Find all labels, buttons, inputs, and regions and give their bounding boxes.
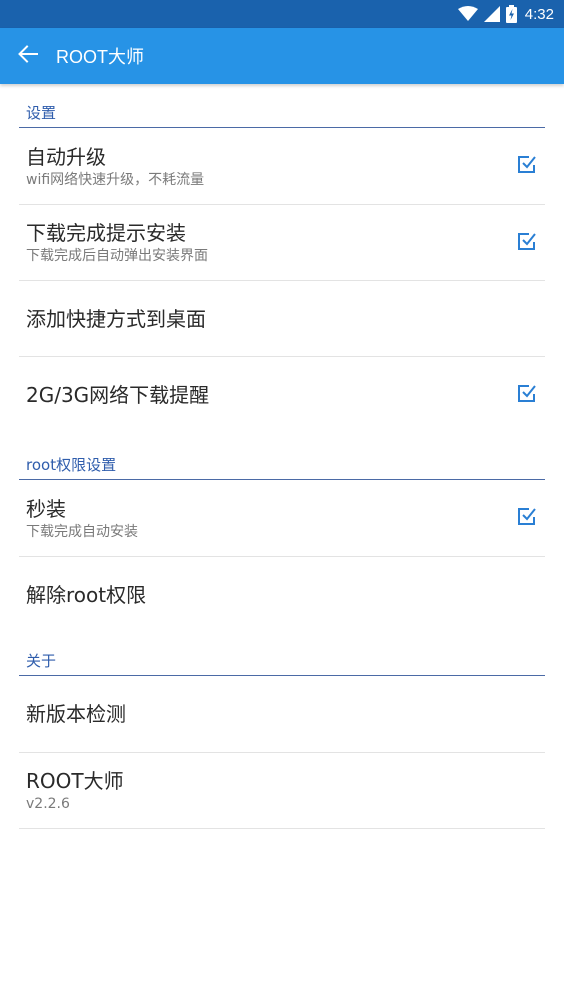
checkbox-checked-icon [517, 231, 537, 255]
arrow-left-icon [18, 45, 38, 67]
instant-install-checkbox[interactable] [515, 506, 539, 530]
setting-title: 解除root权限 [26, 583, 147, 607]
setting-title: 新版本检测 [26, 702, 126, 726]
setting-title: 2G/3G网络下载提醒 [26, 383, 210, 407]
setting-title: ROOT大师 [26, 769, 124, 793]
setting-app-version[interactable]: ROOT大师 v2.2.6 [19, 753, 545, 829]
checkbox-checked-icon [517, 506, 537, 530]
setting-check-update[interactable]: 新版本检测 [19, 676, 545, 753]
status-bar: 4:32 [0, 0, 564, 28]
setting-title: 秒装 [26, 496, 66, 521]
install-prompt-checkbox[interactable] [515, 231, 539, 255]
checkbox-checked-icon [517, 383, 537, 407]
setting-title: 添加快捷方式到桌面 [26, 306, 206, 331]
app-bar: ROOT大师 [0, 28, 564, 84]
status-time: 4:32 [524, 5, 554, 23]
setting-subtitle: 下载完成自动安装 [26, 523, 138, 540]
mobile-download-alert-checkbox[interactable] [515, 383, 539, 407]
checkbox-checked-icon [517, 154, 537, 178]
section-header-about: 关于 [19, 649, 545, 676]
wifi-icon [457, 6, 478, 22]
setting-instant-install[interactable]: 秒装 下载完成自动安装 [19, 480, 545, 557]
setting-title: 自动升级 [26, 144, 106, 169]
setting-add-shortcut[interactable]: 添加快捷方式到桌面 [19, 281, 545, 357]
app-version-text: v2.2.6 [26, 796, 70, 812]
setting-title: 下载完成提示安装 [26, 221, 186, 245]
back-button[interactable] [0, 28, 56, 84]
page-title: ROOT大师 [56, 47, 144, 67]
auto-upgrade-checkbox[interactable] [515, 154, 539, 178]
setting-mobile-download-alert[interactable]: 2G/3G网络下载提醒 [19, 357, 545, 433]
section-header-root-permission: root权限设置 [19, 453, 545, 480]
battery-charging-icon [505, 5, 517, 23]
setting-subtitle: 下载完成后自动弹出安装界面 [26, 248, 208, 264]
setting-subtitle: wifi网络快速升级，不耗流量 [26, 171, 205, 188]
setting-auto-upgrade[interactable]: 自动升级 wifi网络快速升级，不耗流量 [19, 128, 545, 205]
settings-list: 设置 自动升级 wifi网络快速升级，不耗流量 下载完成提示安装 下载完成后自动… [0, 102, 564, 829]
setting-remove-root[interactable]: 解除root权限 [19, 557, 545, 633]
section-header-settings: 设置 [19, 102, 545, 128]
signal-icon [483, 6, 500, 22]
setting-install-prompt[interactable]: 下载完成提示安装 下载完成后自动弹出安装界面 [19, 205, 545, 281]
